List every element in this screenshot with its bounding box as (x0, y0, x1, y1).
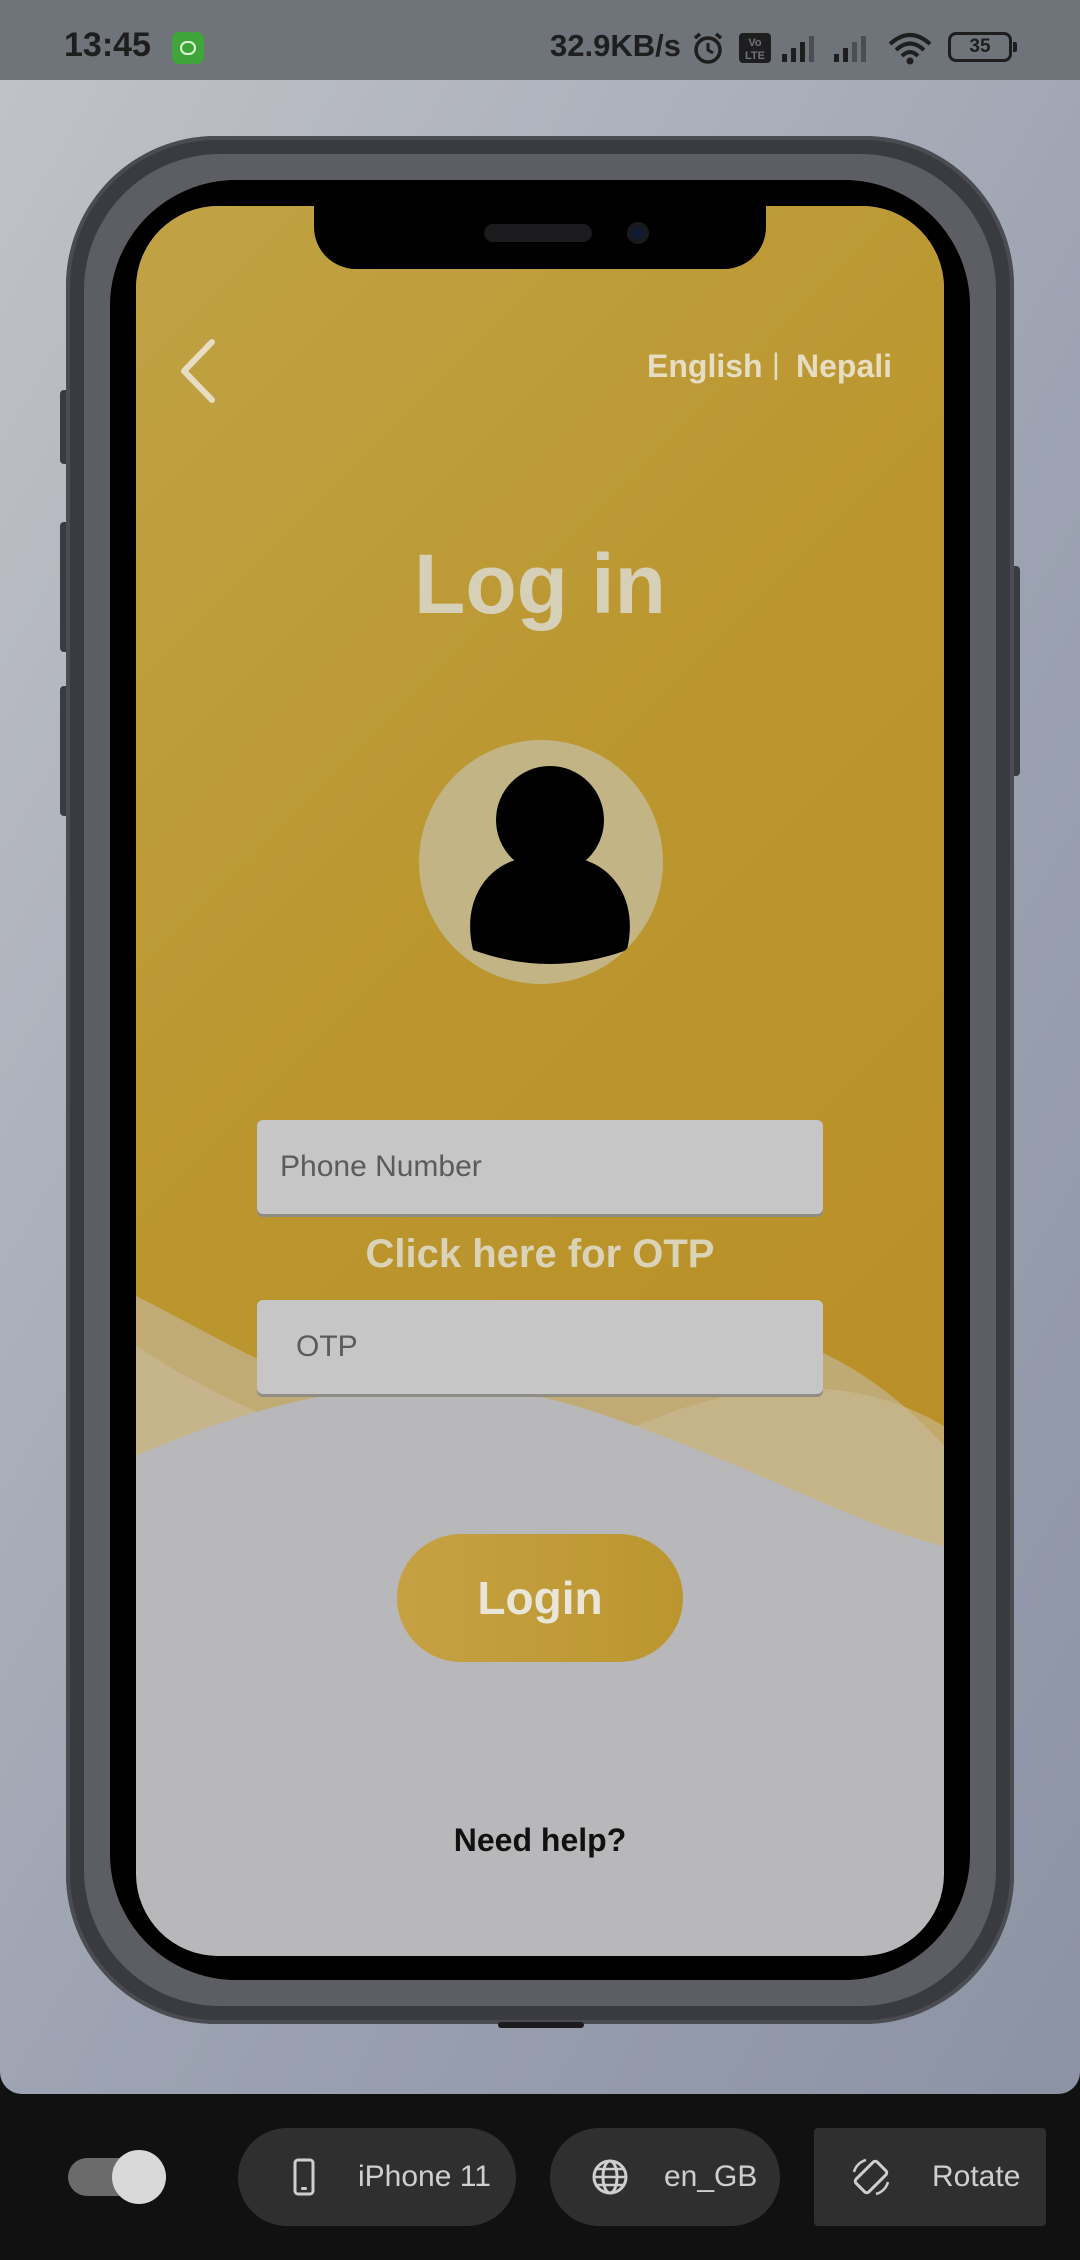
speaker-grille (484, 224, 592, 242)
phone-number-input[interactable] (257, 1120, 823, 1214)
login-button[interactable]: Login (397, 1534, 683, 1662)
signal-icon-2 (834, 36, 866, 62)
need-help-link[interactable]: Need help? (136, 1822, 944, 1859)
globe-icon (592, 2159, 628, 2195)
wifi-icon (888, 33, 932, 65)
locale-name: en_GB (664, 2160, 758, 2193)
battery-indicator: 35 (948, 32, 1017, 62)
lang-nepali-link[interactable]: Nepali (796, 348, 892, 385)
phone-number-field[interactable] (257, 1120, 823, 1214)
language-separator: | (772, 348, 780, 381)
screen-rotation-icon (852, 2158, 890, 2196)
app-notification-icon (172, 32, 204, 64)
phone-screen: English | Nepali Log in Click here for O… (136, 206, 944, 1956)
phone-icon (293, 2158, 315, 2196)
signal-icon (782, 36, 814, 62)
toggle-knob (112, 2150, 166, 2204)
volte-icon: Vo LTE (739, 33, 771, 63)
device-preview-area: English | Nepali Log in Click here for O… (0, 80, 1080, 2094)
alarm-icon (693, 32, 723, 64)
device-name: iPhone 11 (358, 2160, 491, 2193)
otp-input[interactable] (257, 1300, 823, 1394)
otp-field[interactable] (257, 1300, 823, 1394)
front-camera (627, 222, 649, 244)
status-time: 13:45 (64, 26, 151, 64)
network-speed: 32.9KB/s (550, 28, 681, 63)
rotate-button[interactable]: Rotate (814, 2128, 1046, 2226)
svg-text:Vo: Vo (748, 37, 762, 49)
svg-text:LTE: LTE (745, 50, 765, 62)
status-bar: 13:45 32.9KB/s Vo LTE 35 (0, 0, 1080, 80)
frame-toggle-switch[interactable] (68, 2150, 166, 2204)
lang-english-link[interactable]: English (647, 348, 763, 385)
back-arrow-icon[interactable] (174, 336, 234, 406)
notch (314, 206, 766, 269)
user-icon (470, 766, 630, 964)
device-selector-button[interactable]: iPhone 11 (238, 2128, 516, 2226)
request-otp-link[interactable]: Click here for OTP (136, 1232, 944, 1277)
rotate-label: Rotate (932, 2160, 1021, 2193)
locale-selector-button[interactable]: en_GB (550, 2128, 780, 2226)
frame-bottom-detail (498, 2022, 584, 2028)
avatar (419, 740, 663, 984)
page-title: Log in (414, 537, 666, 631)
